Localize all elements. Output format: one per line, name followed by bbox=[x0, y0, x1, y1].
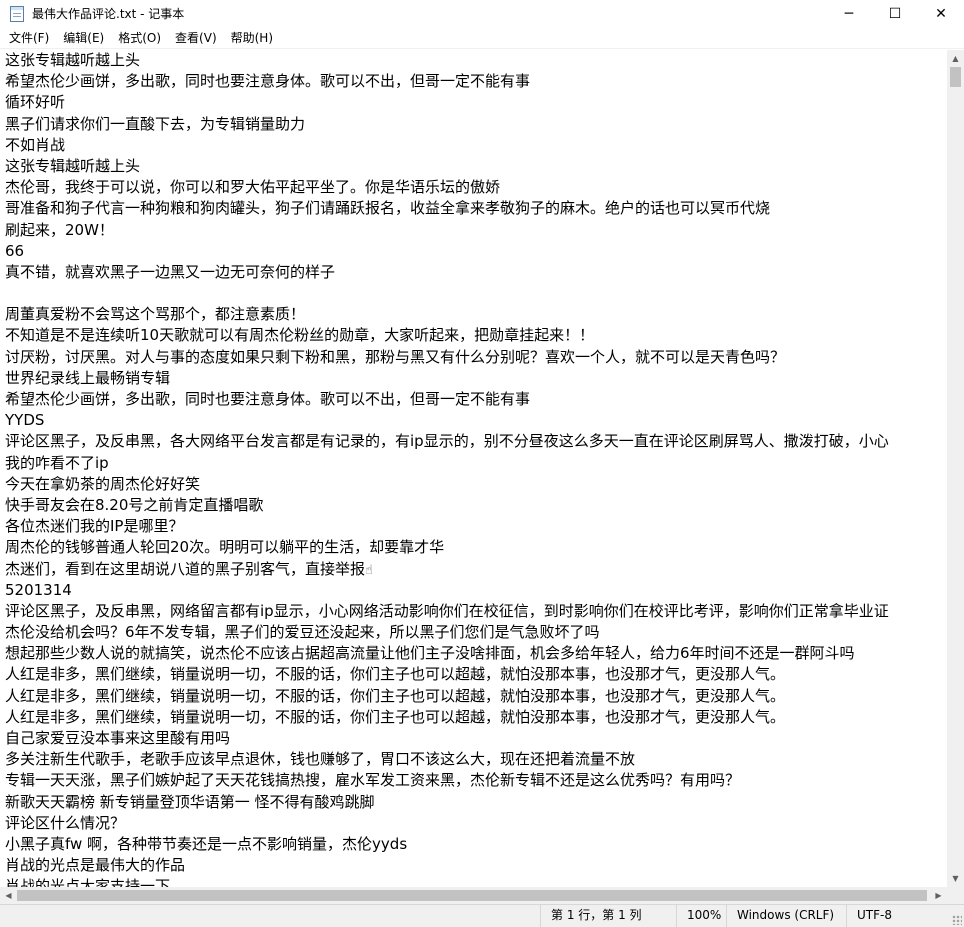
text-line bbox=[0, 283, 947, 304]
text-line: 人红是非多，黑们继续，销量说明一切，不服的话，你们主子也可以超越，就怕没那本事，… bbox=[5, 686, 786, 705]
text-line: 人红是非多，黑们继续，销量说明一切，不服的话，你们主子也可以超越，就怕没那本事，… bbox=[5, 665, 786, 684]
status-line-ending: Windows (CRLF) bbox=[726, 905, 834, 927]
text-line: 周董真爱粉不会骂这个骂那个，都注意素质！ bbox=[5, 305, 306, 324]
text-line: 世界纪录线上最畅销专辑 bbox=[5, 368, 171, 387]
close-icon: ✕ bbox=[935, 5, 947, 22]
text-line: 这张专辑越听越上头 bbox=[5, 51, 141, 69]
minimize-icon: ─ bbox=[844, 5, 854, 22]
text-line: 自己家爱豆没本事来这里酸有用吗 bbox=[5, 729, 231, 747]
status-encoding: UTF-8 bbox=[846, 905, 892, 927]
text-line: 今天在拿奶茶的周杰伦好好笑 bbox=[5, 474, 201, 493]
text-line: 杰迷们，看到在这里胡说八道的黑子别客气，直接举报☝ bbox=[0, 559, 947, 580]
text-line: 哥准备和狗子代言一种狗粮和狗肉罐头，狗子们请踊跃报名，收益全拿来孝敬狗子的麻木。… bbox=[5, 199, 771, 218]
text-line: 人红是非多，黑们继续，销量说明一切，不服的话，你们主子也可以超越，就怕没那本事，… bbox=[5, 707, 786, 726]
text-line: 循环好听 bbox=[5, 93, 66, 112]
text-line: 评论区黑子，及反串黑，网络留言都有ip显示，小心网络活动影响你们在校征信，到时影… bbox=[5, 601, 889, 620]
text-line: 快手哥友会在8.20号之前肯定直播唱歌 bbox=[5, 495, 264, 514]
vertical-scroll-thumb[interactable] bbox=[950, 67, 961, 87]
resize-grip-icon[interactable] bbox=[952, 915, 962, 925]
text-line: 不知道是不是连续听10天歌就可以有周杰伦粉丝的勋章，大家听起来，把勋章挂起来！！ bbox=[5, 326, 595, 345]
text-line: 希望杰伦少画饼，多出歌，同时也要注意身体。歌可以不出，但哥一定不能有事 bbox=[5, 390, 531, 408]
scroll-left-icon[interactable]: ◀ bbox=[0, 887, 17, 904]
text-line: 评论区什么情况？ bbox=[5, 813, 126, 832]
text-line: 希望杰伦少画饼，多出歌，同时也要注意身体。歌可以不出，但哥一定不能有事 bbox=[5, 72, 531, 91]
text-line: 肖战的光点大家支持一下 bbox=[5, 877, 171, 887]
text-line: YYDS bbox=[5, 411, 45, 430]
title-bar[interactable]: 最伟大作品评论.txt - 记事本 ─ ☐ ✕ bbox=[0, 0, 964, 27]
scroll-up-icon[interactable]: ▲ bbox=[947, 50, 964, 67]
text-line: 66 bbox=[5, 241, 25, 260]
menu-help[interactable]: 帮助(H) bbox=[224, 28, 280, 48]
status-cursor-position: 第 1 行，第 1 列 bbox=[540, 905, 642, 927]
maximize-icon: ☐ bbox=[888, 5, 902, 22]
text-line: 杰伦没给机会吗？6年不发专辑，黑子们的爱豆还没起来，所以黑子们您们是气急败坏了吗 bbox=[5, 623, 600, 642]
status-zoom: 100% bbox=[676, 905, 721, 927]
menu-bar: 文件(F) 编辑(E) 格式(O) 查看(V) 帮助(H) bbox=[0, 27, 964, 49]
scrollbar-corner bbox=[947, 887, 964, 904]
text-line: 多关注新生代歌手，老歌手应该早点退休，钱也赚够了，胃口不该这么大，现在还把着流量… bbox=[5, 750, 636, 769]
text-line: 刷起来，20W！ bbox=[5, 220, 114, 239]
menu-view[interactable]: 查看(V) bbox=[168, 28, 224, 48]
menu-edit[interactable]: 编辑(E) bbox=[56, 28, 111, 48]
text-line: 5201314 bbox=[5, 580, 72, 599]
text-line: 肖战的光点是最伟大的作品 bbox=[5, 856, 186, 875]
close-button[interactable]: ✕ bbox=[918, 0, 964, 27]
text-line: 各位杰迷们我的IP是哪里？ bbox=[5, 517, 184, 536]
text-line: 专辑一天天涨，黑子们嫉妒起了天天花钱搞热搜，雇水军发工资来黑，杰伦新专辑不还是这… bbox=[5, 771, 741, 790]
vertical-scrollbar[interactable]: ▲ ▼ bbox=[947, 50, 964, 887]
text-line: 不如肖战 bbox=[5, 135, 66, 154]
minimize-button[interactable]: ─ bbox=[826, 0, 872, 27]
menu-format[interactable]: 格式(O) bbox=[111, 28, 168, 48]
text-line: 想起那些少数人说的就搞笑，说杰伦不应该占据超高流量让他们主子没啥排面，机会多给年… bbox=[5, 644, 855, 663]
text-line: 杰伦哥，我终于可以说，你可以和罗大佑平起平坐了。你是华语乐坛的傲娇 bbox=[5, 178, 501, 197]
text-line: 小黑子真fw 啊，各种带节奏还是一点不影响销量，杰伦yyds bbox=[5, 834, 408, 853]
menu-file[interactable]: 文件(F) bbox=[2, 28, 56, 48]
text-line: 讨厌粉，讨厌黑。对人与事的态度如果只剩下粉和黑，那粉与黑又有什么分别呢？喜欢一个… bbox=[5, 347, 786, 366]
text-line: 我的咋看不了ip bbox=[5, 453, 109, 472]
horizontal-scrollbar[interactable]: ◀ ▶ bbox=[0, 887, 947, 904]
text-line: 周杰伦的钱够普通人轮回20次。明明可以躺平的生活，却要靠才华 bbox=[5, 538, 445, 557]
notepad-icon bbox=[10, 5, 24, 22]
emoji-icon: ☝ bbox=[365, 562, 373, 578]
text-line: 评论区黑子，及反串黑，各大网络平台发言都是有记录的，有ip显示的，别不分昼夜这么… bbox=[5, 432, 889, 451]
text-editor-area[interactable]: 这张专辑越听越上头希望杰伦少画饼，多出歌，同时也要注意身体。歌可以不出，但哥一定… bbox=[0, 50, 947, 887]
caption-buttons: ─ ☐ ✕ bbox=[826, 0, 964, 27]
horizontal-scroll-thumb[interactable] bbox=[17, 890, 927, 901]
maximize-button[interactable]: ☐ bbox=[872, 0, 918, 27]
status-bar: 第 1 行，第 1 列 100% Windows (CRLF) UTF-8 bbox=[0, 904, 964, 927]
text-line: 新歌天天霸榜 新专销量登顶华语第一 怪不得有酸鸡跳脚 bbox=[5, 792, 375, 811]
text-line: 真不错，就喜欢黑子一边黑又一边无可奈何的样子 bbox=[5, 262, 336, 281]
window-title: 最伟大作品评论.txt - 记事本 bbox=[32, 7, 185, 21]
text-line: 黑子们请求你们一直酸下去，为专辑销量助力 bbox=[5, 114, 306, 133]
scroll-down-icon[interactable]: ▼ bbox=[947, 870, 964, 887]
text-line: 这张专辑越听越上头 bbox=[5, 156, 141, 175]
scroll-right-icon[interactable]: ▶ bbox=[930, 887, 947, 904]
